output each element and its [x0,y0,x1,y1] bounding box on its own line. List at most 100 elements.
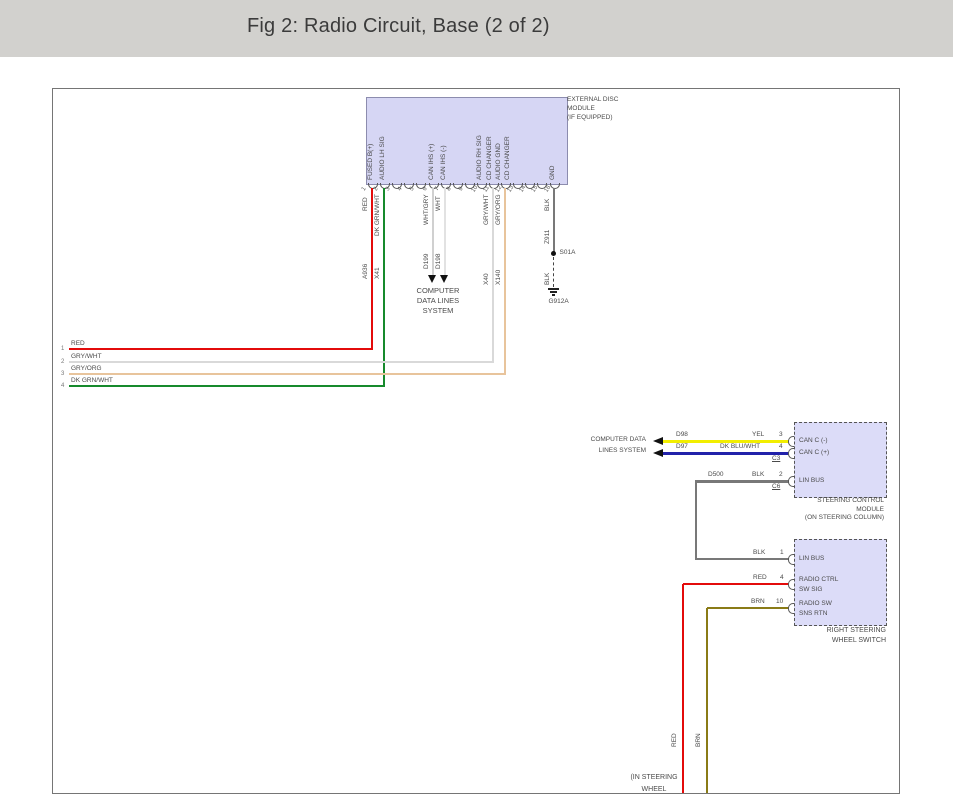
wire-vertical-red [371,188,373,350]
wsw-wire-color-label: RED [753,574,767,582]
connector-pin-number: 6 [421,186,429,193]
ground-dashed-wire [553,257,554,287]
wire-vertical-blk [553,188,555,254]
computer-data-lines-label: SYSTEM [398,306,478,316]
scm-wire-color-label: YEL [752,431,764,439]
wsw-pin-number: 4 [780,574,784,582]
wiring-diagram-canvas: EXTERNAL DISCMODULE(IF EQUIPPED)12345678… [52,88,900,794]
connector-pin-number: 1 [361,186,369,193]
wire-vertical-gryorg [504,188,506,375]
splice-dot [551,251,556,256]
page-header-bar: Fig 2: Radio Circuit, Base (2 of 2) [0,0,953,57]
wsw-drop-wire-red [682,584,684,793]
wsw-function-label: SNS RTN [799,610,827,618]
connector-pin-function-label: AUDIO GND [495,143,503,180]
wire-color-label: DK GRN/WHT [374,194,382,236]
wire-circuit-label: D198 [435,253,443,269]
left-row-wire-grywht [69,361,494,363]
scm-wire-color-label: BLK [752,471,764,479]
wire-color-label: BLK [544,199,552,211]
ground-label: G912A [549,298,569,306]
wire-vertical-dkgrnwht [383,188,385,387]
steering-control-module [794,422,887,498]
connector-pin-function-label: FUSED B(+) [367,144,375,180]
computer-data-lines-label-right: COMPUTER DATA [551,436,646,444]
scm-connector-id: C3 [772,455,780,463]
left-row-color-label: DK GRN/WHT [71,377,113,385]
wsw-pin-number: 10 [776,598,783,606]
computer-data-lines-label-right: LINES SYSTEM [551,447,646,455]
connector-pin-number: 5 [409,186,417,193]
wire-color-label: WHT/GRY [423,194,431,225]
computer-data-lines-label: COMPUTER [398,286,478,296]
bottom-wire-color-label: BRN [695,733,703,747]
connector-pin-number: 2 [373,186,381,193]
left-row-wire-gryorg [69,373,506,375]
left-row-wire-red [69,348,373,350]
scm-pin-number: 4 [779,443,783,451]
scm-function-label: CAN C (+) [799,449,829,457]
lin-bus-vertical-wire [695,480,697,560]
left-arrow-icon [653,437,663,445]
wire-color-label: GRY/WHT [483,194,491,225]
wsw-function-label: RADIO SW [799,600,832,608]
scm-function-label: LIN BUS [799,477,824,485]
connector-pin-number: 8 [446,186,454,193]
wire-vertical-wht [444,188,446,275]
wire-color-label: WHT [435,196,443,211]
wsw-wire-brn [707,607,794,609]
connector-pin-number: 7 [433,186,441,193]
scm-circuit-label: D97 [676,443,688,451]
wheel-switch-module-name: RIGHT STEERING [743,627,886,635]
wire-color-label: GRY/ORG [495,194,503,225]
figure-title: Fig 2: Radio Circuit, Base (2 of 2) [247,15,550,38]
left-row-wire-dkgrnwht [69,385,385,387]
wire-vertical-whtgry [432,188,434,275]
wheel-switch-module-name: WHEEL SWITCH [743,637,886,645]
ground-symbol-bar [550,291,557,293]
left-row-color-label: GRY/ORG [71,365,102,373]
connector-pin-number: 9 [458,186,466,193]
left-row-color-label: GRY/WHT [71,353,102,361]
wsw-function-label: SW SIG [799,586,822,594]
left-arrow-icon [653,449,663,457]
in-steering-wheel-note: WHEEL [619,786,689,794]
scm-pin-number: 2 [779,471,783,479]
wire-circuit-label: X140 [495,270,503,285]
connector-pin-function-label: GND [549,166,557,180]
connector-pin-function-label: AUDIO RH SIG [476,135,484,180]
wsw-drop-wire-brn [706,608,708,793]
scm-circuit-label: D500 [708,471,724,479]
wire-color-label: RED [362,197,370,211]
scm-wire-color-label: DK BLU/WHT [720,443,760,451]
connector-pin-number: 3 [385,186,393,193]
connector-pin-function-label: AUDIO LH SIG [379,136,387,180]
wsw-function-label: RADIO CTRL [799,576,838,584]
wire-circuit-label: Z911 [544,230,552,244]
ground-symbol-bar [548,288,559,290]
wire-circuit-label: D199 [423,253,431,269]
wire-vertical-grywht [492,188,494,363]
scm-circuit-label: D98 [676,431,688,439]
wsw-wire-color-label: BRN [751,598,765,606]
wire-circuit-label: X40 [483,273,491,285]
connector-pin-function-label: CD CHANGER [504,136,512,180]
external-disc-module-name: EXTERNAL DISC [567,96,618,104]
connector-pin-number: 4 [397,186,405,193]
computer-data-lines-label: DATA LINES [398,296,478,306]
in-steering-wheel-note: (IN STEERING [619,774,689,782]
scm-pin-number: 3 [779,431,783,439]
external-disc-module-connector [366,97,568,185]
external-disc-module-name: (IF EQUIPPED) [567,114,613,122]
wsw-pin-terminal [788,603,794,614]
left-row-number: 4 [61,382,64,390]
wsw-wire-color-label: BLK [753,549,765,557]
wsw-wire-red [683,583,794,585]
connector-pin-function-label: CAN IHS (+) [428,144,436,180]
wsw-pin-terminal [788,579,794,590]
steering-control-module-name: MODULE [743,506,884,514]
connector-pin-function-label: CD CHANGER [486,136,494,180]
wsw-pin-number: 1 [780,549,784,557]
left-row-number: 1 [61,345,64,353]
splice-label: S01A [560,249,576,257]
